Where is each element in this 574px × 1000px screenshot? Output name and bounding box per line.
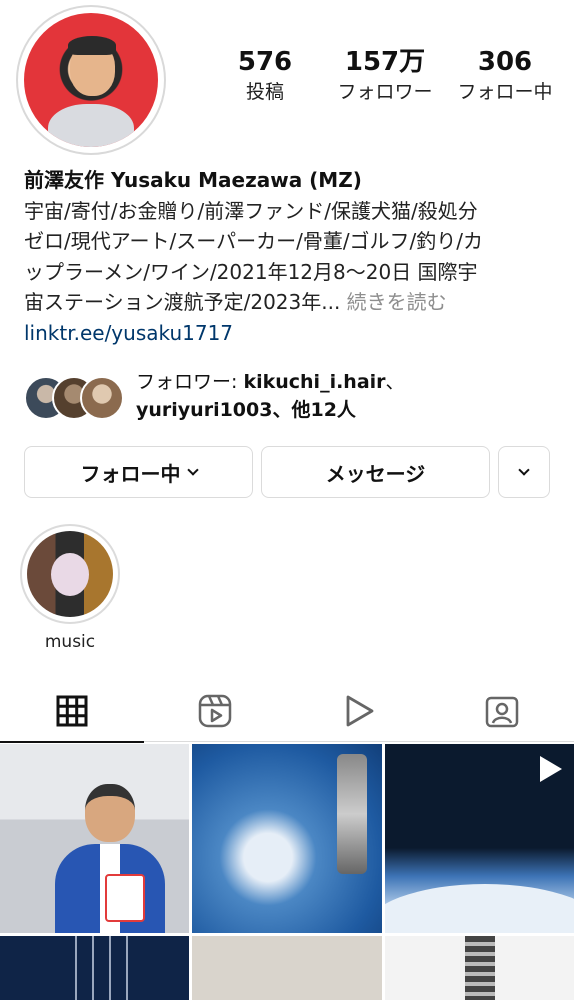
action-buttons: フォロー中 メッセージ [24,446,550,498]
following-button-label: フォロー中 [80,461,181,486]
suggested-accounts-button[interactable] [498,446,550,498]
message-button-label: メッセージ [325,461,426,486]
post-thumbnail[interactable] [385,744,574,933]
grid-icon [56,695,88,727]
post-thumbnail[interactable] [192,936,382,1000]
bio-line: 宇宙/寄付/お金贈り/前澤ファンド/保護犬猫/殺処分 [24,198,478,223]
profile-bio: 前澤友作 Yusaku Maezawa (MZ) 宇宙/寄付/お金贈り/前澤ファ… [24,165,554,348]
profile-name: 前澤友作 Yusaku Maezawa (MZ) [24,168,362,192]
stat-value: 576 [237,47,293,77]
stat-label: フォロワー [337,81,433,103]
post-thumbnail[interactable] [0,744,189,933]
read-more-link[interactable]: 続きを読む [347,290,447,314]
video-indicator-icon [540,756,562,782]
followed-by-prefix: フォロワー: [136,371,244,393]
profile-avatar[interactable] [16,5,166,155]
highlight-cover [27,531,113,617]
stat-label: 投稿 [245,81,284,103]
tab-videos[interactable] [287,680,431,742]
chevron-down-icon [518,463,530,476]
followed-by-text: フォロワー: kikuchi_i.hair、 yuriyuri1003、他12人 [136,368,405,424]
post-image [465,936,495,1000]
post-thumbnail[interactable] [192,744,382,933]
tab-tagged[interactable] [431,680,574,742]
bio-line: ゼロ/現代アート/スーパーカー/骨董/ゴルフ/釣り/カ [24,229,484,253]
post-thumbnail[interactable] [385,936,574,1000]
posts-grid [0,744,574,1000]
chevron-down-icon [186,463,199,476]
bio-line-last: 宙ステーション渡航予定/2023年... 続きを読む [24,287,554,318]
stat-value: 306 [477,47,533,77]
tagged-icon [486,696,519,728]
follower-username: kikuchi_i.hair [243,371,386,393]
followed-by-suffix: 、他12人 [272,399,356,421]
tab-reels[interactable] [144,680,288,742]
play-icon [346,695,374,727]
avatar-image [24,13,158,147]
followed-by[interactable]: フォロワー: kikuchi_i.hair、 yuriyuri1003、他12人 [24,368,554,424]
post-image [337,754,367,874]
stat-following[interactable]: 306 フォロー中 [450,45,560,105]
stat-value: 157万 [344,47,426,77]
follower-username: yuriyuri1003 [136,399,273,421]
bio-line: ップラーメン/ワイン/2021年12月8〜20日 国際宇 [24,259,478,284]
highlight-ring [20,524,120,624]
story-highlight[interactable]: music [20,524,120,652]
post-image [385,884,574,933]
reels-icon [199,694,232,728]
following-button[interactable]: フォロー中 [24,446,253,498]
tab-posts[interactable] [0,680,144,743]
profile-tabs [0,680,574,743]
highlight-label: music [44,632,96,652]
profile-stats: 576 投稿 157万 フォロワー 306 フォロー中 [210,45,560,105]
profile-link[interactable]: linktr.ee/yusaku1717 [24,318,554,349]
post-image [60,936,130,1000]
profile-header: 576 投稿 157万 フォロワー 306 フォロー中 [0,0,574,160]
follower-avatar [80,376,124,420]
bio-line: 宙ステーション渡航予定/2023年... [24,290,341,314]
stat-label: フォロー中 [457,81,553,103]
stat-followers[interactable]: 157万 フォロワー [330,45,440,105]
post-thumbnail[interactable] [0,936,189,1000]
message-button[interactable]: メッセージ [261,446,490,498]
followed-by-separator: 、 [385,371,405,393]
stat-posts[interactable]: 576 投稿 [210,45,320,105]
